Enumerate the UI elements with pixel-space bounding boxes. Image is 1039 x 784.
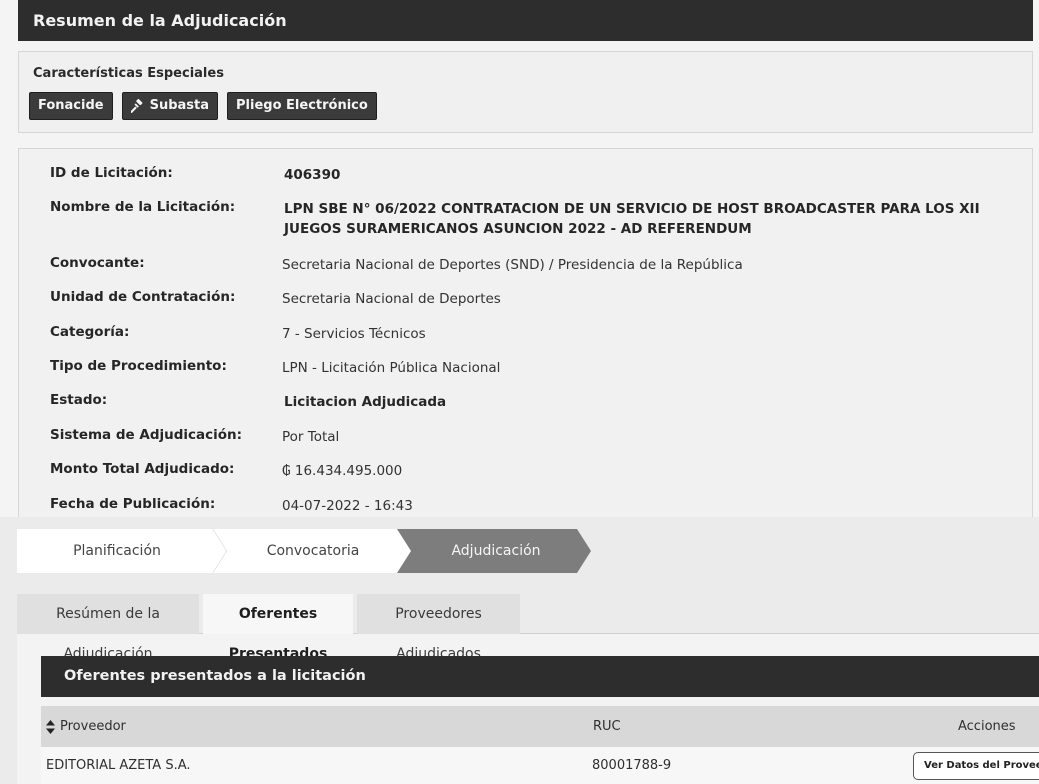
detail-value-name: LPN SBE N° 06/2022 CONTRATACION DE UN SE…: [284, 201, 980, 237]
page-title: Resumen de la Adjudicación: [18, 0, 1033, 41]
detail-label: Fecha de Publicación:: [50, 496, 216, 512]
badge-subasta: Subasta: [121, 92, 219, 120]
detail-value-estado: Licitacion Adjudicada: [284, 394, 447, 410]
detail-label: Monto Total Adjudicado:: [50, 461, 235, 477]
column-header-proveedor[interactable]: Proveedor: [60, 706, 126, 747]
column-header-acciones: Acciones: [958, 719, 1016, 734]
special-features-badges: Fonacide Subasta Pliego Electrónico: [29, 92, 377, 120]
tab-proveedores-adjudicados[interactable]: Proveedores Adjudicados: [357, 594, 520, 662]
bidders-table-title: Oferentes presentados a la licitación: [41, 656, 1039, 697]
step-adjudicacion[interactable]: Adjudicación: [401, 529, 591, 573]
tender-details-panel: ID de Licitación: 406390 Nombre de la Li…: [18, 148, 1033, 517]
table-row: EDITORIAL AZETA S.A. 80001788-9 Ver Dato…: [41, 747, 1039, 784]
detail-value-monto: ₲ 16.434.495.000: [282, 463, 403, 479]
badge-pliego-electronico: Pliego Electrónico: [227, 92, 377, 120]
detail-value-unidad: Secretaria Nacional de Deportes: [282, 291, 501, 307]
special-features-panel: Características Especiales Fonacide Suba…: [18, 51, 1033, 133]
detail-value-tipo: LPN - Licitación Pública Nacional: [282, 360, 501, 376]
step-planificacion[interactable]: Planificación: [17, 529, 217, 573]
detail-value-convocante: Secretaria Nacional de Deportes (SND) / …: [282, 257, 743, 273]
special-features-title: Características Especiales: [33, 66, 224, 81]
detail-value-fecha: 04-07-2022 - 16:43: [282, 498, 413, 514]
detail-label: Convocante:: [50, 255, 145, 271]
detail-label: Tipo de Procedimiento:: [50, 358, 227, 374]
detail-value-categoria: 7 - Servicios Técnicos: [282, 326, 426, 342]
badge-label: Fonacide: [38, 98, 104, 113]
detail-value-id: 406390: [284, 167, 341, 183]
gavel-icon: [130, 99, 143, 113]
tab-oferentes-presentados[interactable]: Oferentes Presentados: [203, 594, 353, 662]
step-convocatoria[interactable]: Convocatoria: [213, 529, 413, 573]
cell-ruc: 80001788-9: [592, 758, 672, 773]
process-steps: Planificación Convocatoria Adjudicación: [17, 529, 597, 573]
detail-label: Unidad de Contratación:: [50, 289, 236, 305]
view-supplier-button[interactable]: Ver Datos del Proveedor: [913, 752, 1039, 780]
detail-label: Nombre de la Licitación:: [50, 199, 236, 215]
column-header-ruc[interactable]: RUC: [593, 706, 621, 747]
badge-label: Subasta: [149, 98, 210, 113]
detail-label: Categoría:: [50, 324, 130, 340]
sort-icon[interactable]: [46, 720, 55, 734]
detail-value-sistema: Por Total: [282, 429, 340, 445]
detail-label: Estado:: [50, 392, 108, 408]
cell-proveedor: EDITORIAL AZETA S.A.: [46, 758, 191, 773]
detail-label: ID de Licitación:: [50, 165, 173, 181]
badge-fonacide: Fonacide: [29, 92, 113, 120]
detail-label: Sistema de Adjudicación:: [50, 427, 243, 443]
table-header-row: Proveedor RUC Acciones: [41, 706, 1039, 747]
tab-resumen-adjudicacion[interactable]: Resúmen de la Adjudicación: [17, 594, 199, 662]
badge-label: Pliego Electrónico: [236, 98, 368, 113]
